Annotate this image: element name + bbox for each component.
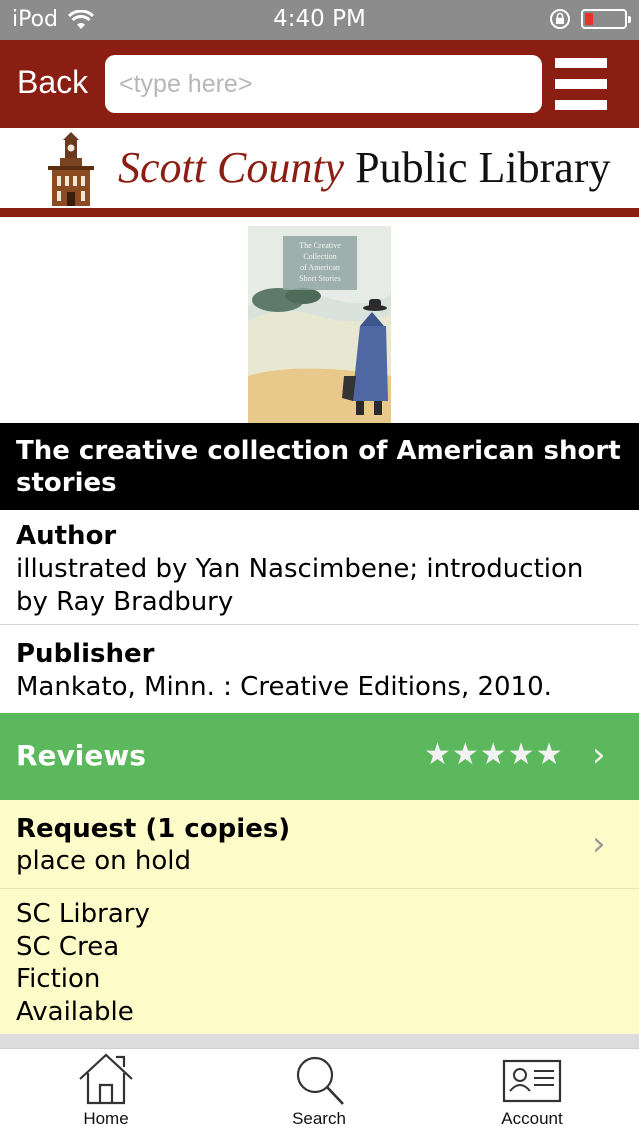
library-banner: Scott County Public Library: [0, 128, 639, 218]
publisher-label: Publisher: [16, 639, 155, 669]
book-title: The creative collection of American shor…: [0, 423, 639, 510]
holdings-call-number: SC Crea: [16, 931, 120, 962]
section-divider: [0, 624, 639, 625]
tab-search-label: Search: [292, 1109, 346, 1128]
top-nav-bar: Back: [0, 40, 639, 128]
author-section: Author illustrated by Yan Nascimbene; in…: [0, 510, 639, 619]
search-input[interactable]: [105, 55, 542, 113]
svg-text:Short Stories: Short Stories: [299, 274, 341, 283]
book-cover-image: The Creative Collection of American Shor…: [248, 226, 391, 423]
publisher-value: Mankato, Minn. : Creative Editions, 2010…: [16, 672, 552, 702]
star-rating-icon: ★★★★★: [424, 737, 564, 772]
holdings-location: SC Library: [16, 899, 150, 929]
banner-divider: [0, 208, 639, 217]
menu-icon[interactable]: [555, 58, 607, 110]
tab-account-label: Account: [501, 1109, 563, 1128]
svg-text:The Creative: The Creative: [299, 241, 341, 250]
orientation-lock-icon: [550, 9, 570, 29]
chevron-right-icon: ›: [592, 824, 606, 864]
tab-account[interactable]: Account: [472, 1049, 592, 1137]
home-icon: [79, 1053, 133, 1105]
svg-text:Collection: Collection: [303, 252, 336, 261]
status-bar: iPod 4:40 PM: [0, 0, 639, 40]
holdings-collection: Fiction: [16, 964, 101, 994]
author-label: Author: [16, 521, 117, 551]
holdings-info: SC Library SC Crea Fiction Available: [0, 889, 639, 1034]
author-value: illustrated by Yan Nascimbene; introduct…: [16, 554, 584, 617]
account-card-icon: [502, 1059, 562, 1103]
clock-tower-logo-icon: [48, 132, 94, 206]
tab-search[interactable]: Search: [259, 1049, 379, 1137]
chevron-right-icon: ›: [592, 735, 606, 775]
request-sublabel: place on hold: [16, 846, 191, 876]
bottom-tab-bar: Home Search Account: [0, 1048, 639, 1136]
status-right: [549, 8, 631, 30]
holdings-status: Available: [16, 996, 134, 1027]
publisher-section: Publisher Mankato, Minn. : Creative Edit…: [0, 628, 639, 704]
svg-text:of American: of American: [300, 263, 340, 272]
request-row[interactable]: Request (1 copies) place on hold ›: [0, 800, 639, 888]
search-icon: [296, 1056, 344, 1105]
back-button[interactable]: Back: [17, 64, 88, 101]
tab-home-label: Home: [83, 1109, 129, 1128]
tab-home[interactable]: Home: [46, 1049, 166, 1137]
reviews-row[interactable]: Reviews ★★★★★ ›: [0, 713, 639, 800]
status-time: 4:40 PM: [273, 6, 366, 32]
content-bottom-strip: [0, 1034, 639, 1048]
reviews-label: Reviews: [16, 739, 146, 772]
library-name-public-library: Public Library: [355, 143, 611, 192]
request-label: Request (1 copies): [16, 814, 291, 844]
battery-icon: [581, 9, 631, 29]
library-name-scott-county: Scott County: [118, 143, 345, 192]
library-name: Scott County Public Library: [118, 142, 610, 193]
